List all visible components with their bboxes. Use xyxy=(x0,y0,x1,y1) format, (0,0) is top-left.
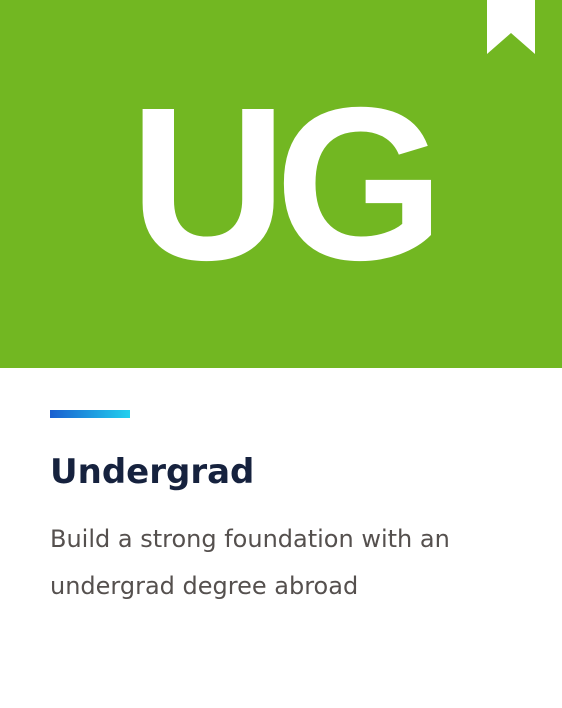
card-description: Build a strong foundation with an underg… xyxy=(50,525,450,600)
card-banner: UG xyxy=(0,0,562,368)
program-logo: UG xyxy=(129,63,445,306)
card-title[interactable]: Undergrad xyxy=(50,448,254,496)
program-card[interactable]: UG Undergrad Build a strong foundation w… xyxy=(0,0,562,708)
bookmark-icon[interactable] xyxy=(487,0,535,54)
accent-bar xyxy=(50,410,130,418)
